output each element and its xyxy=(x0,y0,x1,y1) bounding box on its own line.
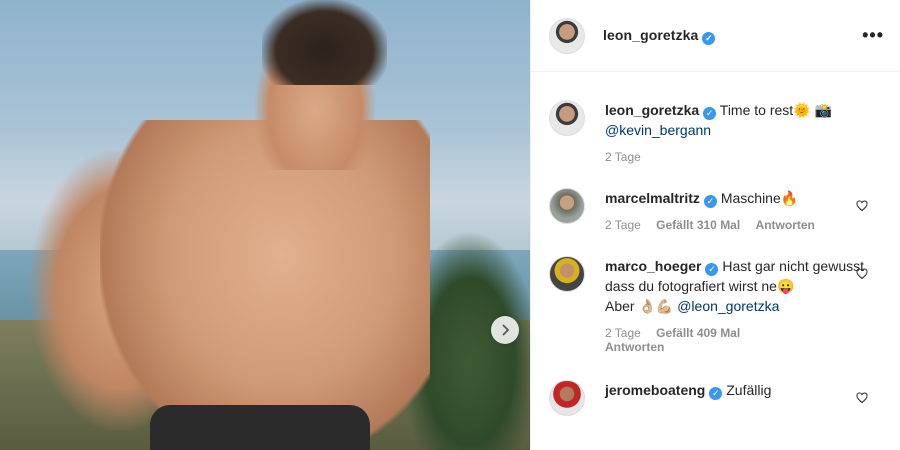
comment-time[interactable]: 2 Tage xyxy=(605,326,641,340)
reply-button[interactable]: Antworten xyxy=(605,340,664,354)
caption-text: Time to rest xyxy=(719,102,794,118)
photo-hair xyxy=(262,0,387,85)
commenter-avatar[interactable] xyxy=(549,380,585,416)
heart-icon[interactable] xyxy=(856,200,868,212)
chevron-right-icon xyxy=(502,324,510,336)
comments-list: leon_goretzka ✓ Time to rest🌞 📸 @kevin_be… xyxy=(531,100,900,416)
verified-badge-icon: ✓ xyxy=(702,31,716,45)
comment-item: marcelmaltritz ✓ Maschine🔥 2 Tage Gefällt… xyxy=(549,188,884,232)
heart-icon[interactable] xyxy=(856,392,868,404)
next-photo-button[interactable] xyxy=(491,316,519,344)
reply-button[interactable]: Antworten xyxy=(756,218,815,232)
comment-text: Maschine🔥 xyxy=(720,190,799,206)
commenter-username[interactable]: jeromeboateng xyxy=(605,382,705,398)
post-side-panel: leon_goretzka ✓ ••• leon_goretzka ✓ Time t… xyxy=(530,0,900,450)
post-photo xyxy=(0,0,530,450)
caption-avatar[interactable] xyxy=(549,100,585,136)
comment-item: jeromeboateng ✓ Zufällig xyxy=(549,380,884,416)
author-username[interactable]: leon_goretzka ✓ xyxy=(603,27,716,45)
more-options-icon[interactable]: ••• xyxy=(862,25,884,46)
verified-badge-icon: ✓ xyxy=(705,262,719,276)
comment-text: Zufällig xyxy=(726,382,772,398)
photo-shorts xyxy=(150,405,370,450)
comment-text-line2: Aber 👌🏼💪🏼 xyxy=(605,298,674,314)
comment-mention[interactable]: @leon_goretzka xyxy=(677,298,779,314)
caption-mention[interactable]: @kevin_bergann xyxy=(605,122,711,138)
comment-meta: 2 Tage Gefällt 310 Mal Antworten xyxy=(605,218,884,232)
post-header: leon_goretzka ✓ ••• xyxy=(531,0,900,72)
author-avatar[interactable] xyxy=(549,17,585,54)
comment-meta: 2 Tage Gefällt 409 Mal Antworten xyxy=(605,326,884,354)
comment-item: marco_hoeger ✓ Hast gar nicht gewusst das… xyxy=(549,256,884,354)
comment-likes[interactable]: Gefällt 310 Mal xyxy=(656,218,740,232)
comment-likes[interactable]: Gefällt 409 Mal xyxy=(656,326,740,340)
caption: leon_goretzka ✓ Time to rest🌞 📸 @kevin_be… xyxy=(549,100,884,164)
heart-icon[interactable] xyxy=(856,268,868,280)
caption-time[interactable]: 2 Tage xyxy=(605,150,641,164)
verified-badge-icon: ✓ xyxy=(709,386,723,400)
caption-emojis: 🌞 📸 xyxy=(793,102,832,118)
commenter-avatar[interactable] xyxy=(549,188,585,224)
commenter-avatar[interactable] xyxy=(549,256,585,292)
caption-meta: 2 Tage xyxy=(605,150,884,164)
verified-badge-icon: ✓ xyxy=(703,194,717,208)
verified-badge-icon: ✓ xyxy=(703,106,717,120)
commenter-username[interactable]: marco_hoeger xyxy=(605,258,701,274)
comment-time[interactable]: 2 Tage xyxy=(605,218,641,232)
commenter-username[interactable]: marcelmaltritz xyxy=(605,190,700,206)
caption-username[interactable]: leon_goretzka xyxy=(605,102,699,118)
